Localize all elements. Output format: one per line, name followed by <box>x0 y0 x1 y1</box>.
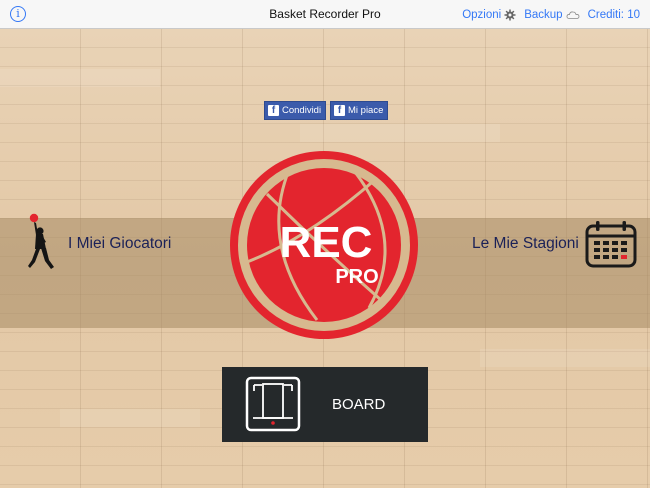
facebook-share-button[interactable]: f Condividi <box>264 101 327 120</box>
my-seasons-label: Le Mie Stagioni <box>472 235 579 252</box>
facebook-icon: f <box>268 105 279 116</box>
my-seasons-button[interactable]: Le Mie Stagioni <box>472 189 637 299</box>
options-label: Opzioni <box>462 8 502 21</box>
navigation-bar: i Basket Recorder Pro Opzioni Backup Cre… <box>0 0 650 29</box>
options-button[interactable]: Opzioni <box>462 9 516 21</box>
cloud-icon <box>566 11 579 19</box>
facebook-like-button[interactable]: f Mi piace <box>330 101 389 120</box>
logo-pro-text: PRO <box>335 266 378 288</box>
credits-button[interactable]: Crediti: 10 <box>588 9 640 21</box>
court-board-icon <box>245 376 301 432</box>
share-label: Condividi <box>282 105 322 116</box>
calendar-icon <box>585 221 637 268</box>
basketball-player-icon <box>28 213 54 269</box>
facebook-icon: f <box>334 105 345 116</box>
floor-plank <box>0 69 160 87</box>
board-button[interactable]: BOARD <box>222 367 428 442</box>
logo-rec-text: REC <box>280 218 373 267</box>
my-players-button[interactable]: I Miei Giocatori <box>22 189 171 299</box>
floor-plank <box>60 409 200 427</box>
credits-label: Crediti: 10 <box>587 8 640 21</box>
floor-plank <box>480 349 650 367</box>
floor-plank <box>300 124 500 142</box>
backup-label: Backup <box>524 8 563 21</box>
like-label: Mi piace <box>348 105 384 116</box>
info-icon[interactable]: i <box>10 6 26 22</box>
board-label: BOARD <box>332 396 386 413</box>
backup-button[interactable]: Backup <box>524 9 579 21</box>
gear-icon <box>504 9 516 20</box>
rec-pro-logo-button[interactable]: REC PRO <box>229 150 419 340</box>
nav-actions: Opzioni Backup Crediti: 10 <box>462 0 640 29</box>
my-players-label: I Miei Giocatori <box>68 235 172 252</box>
